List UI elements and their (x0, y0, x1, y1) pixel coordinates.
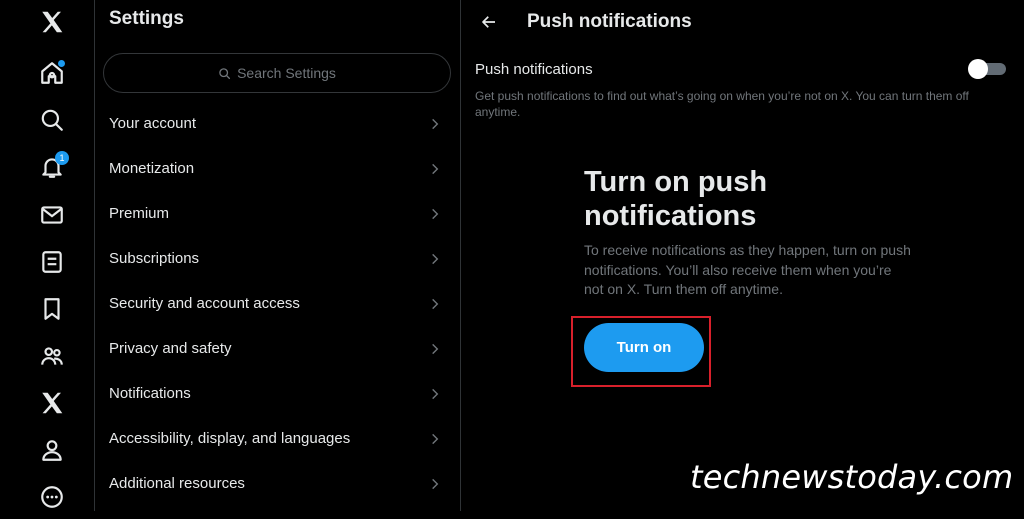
messages-envelope-icon[interactable] (30, 193, 74, 237)
more-options-icon[interactable] (30, 475, 74, 519)
x-logo-icon[interactable] (30, 0, 74, 44)
back-arrow-icon[interactable] (475, 8, 503, 36)
chevron-right-icon (432, 433, 439, 444)
push-notifications-description: Get push notifications to find out what’… (475, 89, 969, 119)
settings-item-label: Premium (109, 205, 170, 222)
page-title: Push notifications (527, 11, 692, 32)
settings-item-label: Your account (109, 115, 197, 132)
settings-item-label: Additional resources (109, 475, 245, 492)
settings-item-label: Accessibility, display, and languages (109, 430, 351, 447)
turn-on-button[interactable]: Turn on (584, 323, 704, 372)
home-unread-dot (58, 60, 65, 67)
chevron-right-icon (432, 478, 439, 489)
promo-heading: Turn on push notifications (584, 166, 768, 232)
premium-x-icon[interactable] (30, 381, 74, 425)
settings-item-label: Privacy and safety (109, 340, 232, 357)
settings-item-label: Notifications (109, 385, 191, 402)
settings-item-subscriptions[interactable]: Subscriptions (95, 236, 460, 281)
push-notifications-panel: Push notifications Push notifications Ge… (461, 0, 1024, 511)
settings-item-label: Security and account access (109, 295, 300, 312)
chevron-right-icon (432, 208, 439, 219)
bookmark-icon[interactable] (30, 287, 74, 331)
search-placeholder: Search Settings (237, 65, 336, 81)
search-icon (219, 67, 231, 79)
settings-item-accessibility[interactable]: Accessibility, display, and languages (95, 416, 460, 461)
chevron-right-icon (432, 298, 439, 309)
chevron-right-icon (432, 163, 439, 174)
settings-item-label: Subscriptions (109, 250, 200, 267)
profile-icon[interactable] (30, 428, 74, 472)
search-icon[interactable] (30, 98, 74, 142)
settings-item-privacy[interactable]: Privacy and safety (95, 326, 460, 371)
push-notifications-toggle[interactable] (968, 59, 1008, 79)
push-notifications-label: Push notifications (475, 61, 593, 78)
settings-title: Settings (109, 8, 184, 29)
settings-panel: Settings Search Settings Your account Mo… (95, 0, 461, 511)
settings-item-label: Monetization (109, 160, 195, 177)
primary-nav: 1 (0, 0, 95, 511)
promo-description: To receive notifications as they happen,… (584, 242, 911, 297)
chevron-right-icon (432, 253, 439, 264)
settings-item-additional-resources[interactable]: Additional resources (95, 461, 460, 506)
watermark: technewstoday.com (690, 458, 1014, 496)
chevron-right-icon (432, 343, 439, 354)
settings-item-your-account[interactable]: Your account (95, 101, 460, 146)
notifications-bell-icon[interactable]: 1 (30, 145, 74, 189)
chevron-right-icon (432, 388, 439, 399)
notification-count-badge: 1 (55, 151, 69, 165)
toggle-knob (968, 59, 988, 79)
settings-item-security[interactable]: Security and account access (95, 281, 460, 326)
home-icon[interactable] (30, 51, 74, 95)
communities-icon[interactable] (30, 334, 74, 378)
chevron-right-icon (432, 118, 439, 129)
search-settings-input[interactable]: Search Settings (103, 53, 451, 93)
settings-item-notifications[interactable]: Notifications (95, 371, 460, 416)
settings-item-premium[interactable]: Premium (95, 191, 460, 236)
lists-icon[interactable] (30, 240, 74, 284)
settings-item-monetization[interactable]: Monetization (95, 146, 460, 191)
